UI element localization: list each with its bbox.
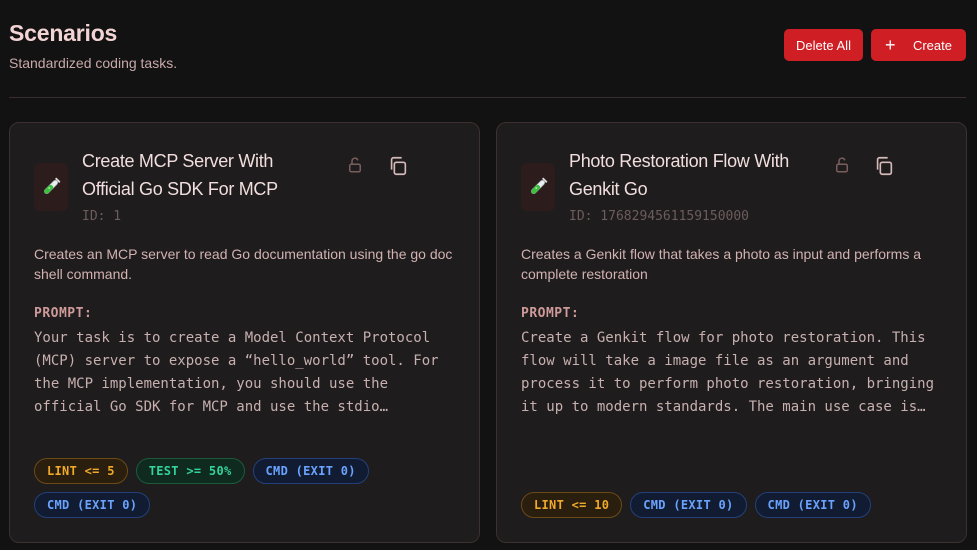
header-divider [9, 97, 966, 98]
prompt-label: PROMPT: [521, 306, 580, 321]
scenarios-page: Scenarios Standardized coding tasks. Del… [0, 0, 977, 550]
unlock-icon [833, 156, 851, 179]
cmd-tag: CMD (EXIT 0) [630, 492, 747, 518]
scenario-id: ID: 1 [82, 209, 122, 224]
test-tube-icon [521, 163, 555, 211]
copy-icon[interactable] [387, 155, 409, 182]
scenario-title: Photo Restoration Flow With Genkit Go [569, 151, 789, 199]
cmd-tag: CMD (EXIT 0) [34, 492, 151, 518]
copy-icon[interactable] [873, 155, 895, 182]
scenario-card[interactable]: Photo Restoration Flow With Genkit Go ID… [496, 122, 967, 543]
delete-all-button[interactable]: Delete All [784, 29, 863, 61]
scenario-tags: LINT <= 5 TEST >= 50% CMD (EXIT 0) CMD (… [34, 458, 474, 518]
prompt-text: Create a Genkit flow for photo restorati… [521, 330, 935, 415]
prompt-label: PROMPT: [34, 306, 93, 321]
header-actions: Delete All + Create [784, 29, 966, 61]
scenario-description: Creates a Genkit flow that takes a photo… [521, 246, 921, 282]
scenario-tags: LINT <= 10 CMD (EXIT 0) CMD (EXIT 0) [521, 492, 961, 518]
scenario-title: Create MCP Server With Official Go SDK F… [82, 151, 278, 199]
scenario-description: Creates an MCP server to read Go documen… [34, 246, 453, 282]
unlock-icon [346, 156, 364, 179]
create-button-label: Create [912, 37, 952, 53]
test-tag: TEST >= 50% [135, 458, 245, 484]
prompt-text: Your task is to create a Model Context P… [34, 330, 439, 415]
cmd-tag: CMD (EXIT 0) [754, 492, 871, 518]
lint-tag: LINT <= 10 [521, 492, 623, 518]
create-button[interactable]: + Create [871, 29, 966, 61]
scenario-card[interactable]: Create MCP Server With Official Go SDK F… [9, 122, 480, 543]
plus-icon: + [885, 35, 896, 55]
lint-tag: LINT <= 5 [34, 458, 128, 484]
test-tube-icon [34, 163, 68, 211]
scenario-id: ID: 1768294561159150000 [569, 209, 750, 224]
cmd-tag: CMD (EXIT 0) [252, 458, 369, 484]
